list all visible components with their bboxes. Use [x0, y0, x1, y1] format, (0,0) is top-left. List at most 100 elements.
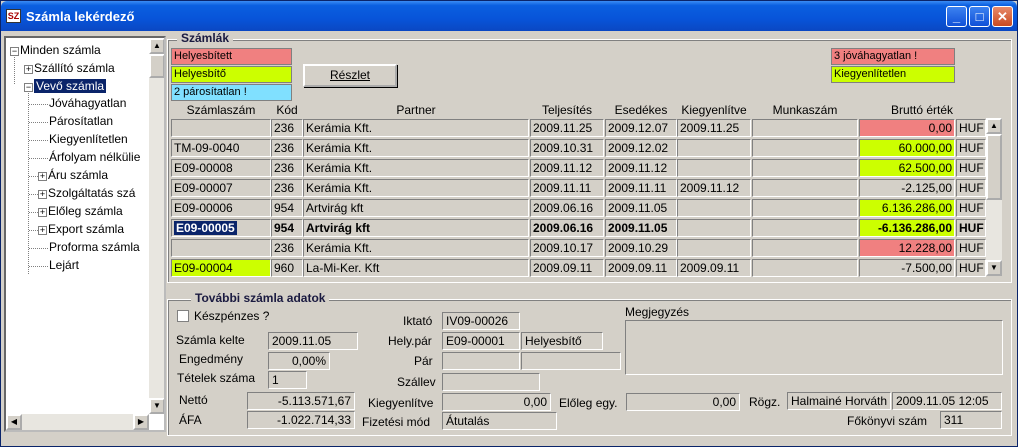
tree-vscroll[interactable] [149, 38, 164, 414]
grid-cell-cur[interactable]: HUF [956, 119, 986, 137]
collapse-icon[interactable]: − [24, 83, 33, 92]
expand-icon[interactable]: + [38, 172, 47, 181]
grid-cell-partner[interactable]: Kerámia Kft. [303, 179, 529, 197]
tree-item[interactable]: + Szállító számla [24, 60, 115, 76]
grid-scroll-down-icon[interactable]: ▼ [986, 260, 1002, 276]
grid-cell-num[interactable] [171, 239, 271, 257]
grid-cell-brutto[interactable]: 62.500,00 [859, 159, 955, 177]
tetelek-field[interactable]: 1 [268, 371, 307, 389]
tree-item[interactable]: Kiegyenlítetlen [49, 131, 128, 147]
tree-scroll-up-icon[interactable]: ▲ [149, 38, 164, 54]
grid-cell-esed[interactable]: 2009.12.07 [605, 119, 677, 137]
tree-item[interactable]: Proforma számla [49, 239, 140, 255]
grid-cell-partner[interactable]: La-Mi-Ker. Kft [303, 259, 529, 277]
category-tree[interactable]: − Minden számla + Szállító számla − Vevő szám… [4, 36, 166, 432]
expand-icon[interactable]: + [38, 190, 47, 199]
iktato-field[interactable]: IV09-00026 [442, 312, 520, 330]
rogz-user-field[interactable]: Halmainé Horváth [787, 392, 891, 410]
grid-cell-esed[interactable]: 2009.11.11 [605, 179, 677, 197]
megj-field[interactable] [625, 320, 1003, 375]
grid-cell-kiegy[interactable]: 2009.11.25 [677, 119, 751, 137]
grid-cell-munka[interactable] [752, 119, 858, 137]
tree-item[interactable]: Jóváhagyatlan [49, 95, 126, 111]
kiegy-field[interactable]: 0,00 [442, 393, 551, 411]
grid-cell-partner[interactable]: Kerámia Kft. [303, 139, 529, 157]
grid-cell-kiegy[interactable]: 2009.09.11 [677, 259, 751, 277]
grid-cell-partner[interactable]: Artvirág kft [303, 199, 529, 217]
tree-scroll-down-icon[interactable]: ▼ [149, 398, 164, 414]
grid-cell-telj[interactable]: 2009.09.11 [530, 259, 604, 277]
grid-cell-cur[interactable]: HUF [956, 239, 986, 257]
grid-cell-cur[interactable]: HUF [956, 139, 986, 157]
grid-cell-kiegy[interactable] [677, 219, 751, 237]
szallev-field[interactable] [442, 373, 540, 391]
title-bar[interactable]: SZ Számla lekérdező _ □ ✕ [1, 1, 1017, 31]
grid-cell-partner[interactable]: Kerámia Kft. [303, 159, 529, 177]
grid-cell-kiegy[interactable] [677, 199, 751, 217]
grid-cell-brutto[interactable]: 60.000,00 [859, 139, 955, 157]
collapse-icon[interactable]: − [10, 47, 19, 56]
tree-item[interactable]: Lejárt [49, 257, 79, 273]
tree-item[interactable]: Árfolyam nélkülie [49, 149, 140, 165]
grid-cell-munka[interactable] [752, 199, 858, 217]
grid-cell-kod[interactable]: 236 [271, 119, 303, 137]
tree-scroll-left-icon[interactable]: ◀ [6, 414, 22, 430]
close-button[interactable]: ✕ [992, 6, 1013, 27]
grid-cell-kiegy[interactable] [677, 239, 751, 257]
tree-item[interactable]: Párosítatlan [49, 113, 113, 129]
grid-cell-telj[interactable]: 2009.10.31 [530, 139, 604, 157]
tree-item[interactable]: + Szolgáltatás szá [38, 185, 135, 201]
grid-cell-kiegy[interactable]: 2009.11.12 [677, 179, 751, 197]
grid-cell-kod[interactable]: 954 [271, 219, 303, 237]
grid-cell-num[interactable]: E09-00004 [171, 259, 271, 277]
grid-cell-munka[interactable] [752, 179, 858, 197]
grid-cell-telj[interactable]: 2009.10.17 [530, 239, 604, 257]
grid-cell-esed[interactable]: 2009.11.05 [605, 199, 677, 217]
grid-cell-brutto[interactable]: -2.125,00 [859, 179, 955, 197]
grid-cell-telj[interactable]: 2009.11.11 [530, 179, 604, 197]
tree-item[interactable]: + Áru számla [38, 167, 108, 183]
grid-cell-partner[interactable]: Kerámia Kft. [303, 119, 529, 137]
par-field-1[interactable] [442, 352, 520, 370]
grid-cell-esed[interactable]: 2009.10.29 [605, 239, 677, 257]
grid-cell-munka[interactable] [752, 159, 858, 177]
expand-icon[interactable]: + [24, 65, 33, 74]
grid-cell-kod[interactable]: 960 [271, 259, 303, 277]
engedmeny-field[interactable]: 0,00% [268, 352, 330, 370]
detail-button[interactable]: Részlet [303, 64, 397, 87]
app-icon[interactable]: SZ [6, 9, 21, 23]
column-header[interactable]: Kiegyenlítve [677, 103, 751, 119]
grid-cell-munka[interactable] [752, 239, 858, 257]
grid-cell-munka[interactable] [752, 259, 858, 277]
grid-cell-cur[interactable]: HUF [956, 259, 986, 277]
grid-cell-kiegy[interactable] [677, 139, 751, 157]
grid-cell-partner[interactable]: Kerámia Kft. [303, 239, 529, 257]
grid-cell-num[interactable] [171, 119, 271, 137]
tree-item[interactable]: − Vevő számla [24, 78, 107, 94]
grid-cell-num[interactable]: TM-09-0040 [171, 139, 271, 157]
column-header[interactable]: Partner [303, 103, 529, 119]
helypar-num-field[interactable]: E09-00001 [442, 332, 520, 350]
grid-cell-munka[interactable] [752, 219, 858, 237]
column-header[interactable]: Teljesítés [530, 103, 604, 119]
column-header[interactable]: Bruttó érték [859, 103, 985, 119]
fizmod-field[interactable]: Átutalás [442, 412, 557, 430]
cash-checkbox[interactable] [177, 310, 189, 322]
grid-cell-kiegy[interactable] [677, 159, 751, 177]
column-header[interactable]: Kód [271, 103, 303, 119]
grid-cell-num[interactable]: E09-00005 [171, 219, 271, 237]
grid-cell-esed[interactable]: 2009.09.11 [605, 259, 677, 277]
tree-scroll-thumb[interactable] [149, 54, 164, 78]
tree-item[interactable]: + Export számla [38, 221, 124, 237]
tree-item[interactable]: + Előleg számla [38, 203, 123, 219]
grid-cell-brutto[interactable]: 12.228,00 [859, 239, 955, 257]
fokonyv-field[interactable]: 311 [940, 411, 1002, 429]
grid-cell-brutto[interactable]: 6.136.286,00 [859, 199, 955, 217]
grid-cell-num[interactable]: E09-00008 [171, 159, 271, 177]
grid-cell-kod[interactable]: 236 [271, 139, 303, 157]
grid-cell-cur[interactable]: HUF [956, 219, 986, 237]
column-header[interactable]: Számlaszám [171, 103, 271, 119]
grid-cell-brutto[interactable]: 0,00 [859, 119, 955, 137]
grid-cell-telj[interactable]: 2009.06.16 [530, 219, 604, 237]
maximize-button[interactable]: □ [969, 6, 990, 27]
